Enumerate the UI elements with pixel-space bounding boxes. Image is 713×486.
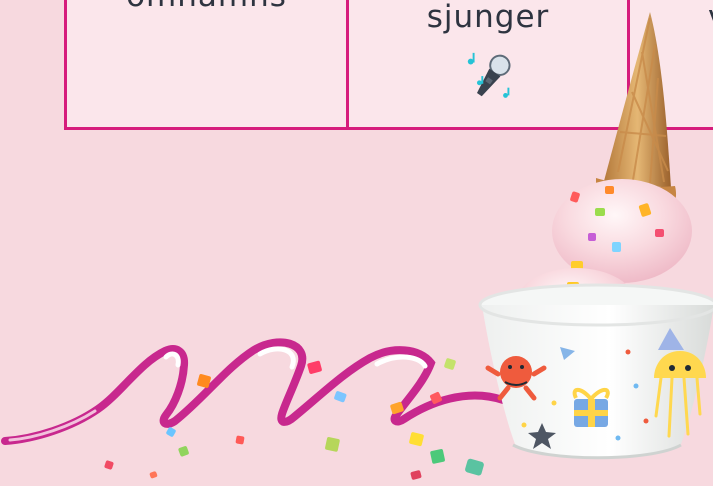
table-cell-omnamns: omnämns [64,0,349,130]
cell-label: omnämns [67,0,346,14]
party-stage: omnämns sjunger v [0,0,713,486]
ice-cream-sundae-image [478,12,713,460]
